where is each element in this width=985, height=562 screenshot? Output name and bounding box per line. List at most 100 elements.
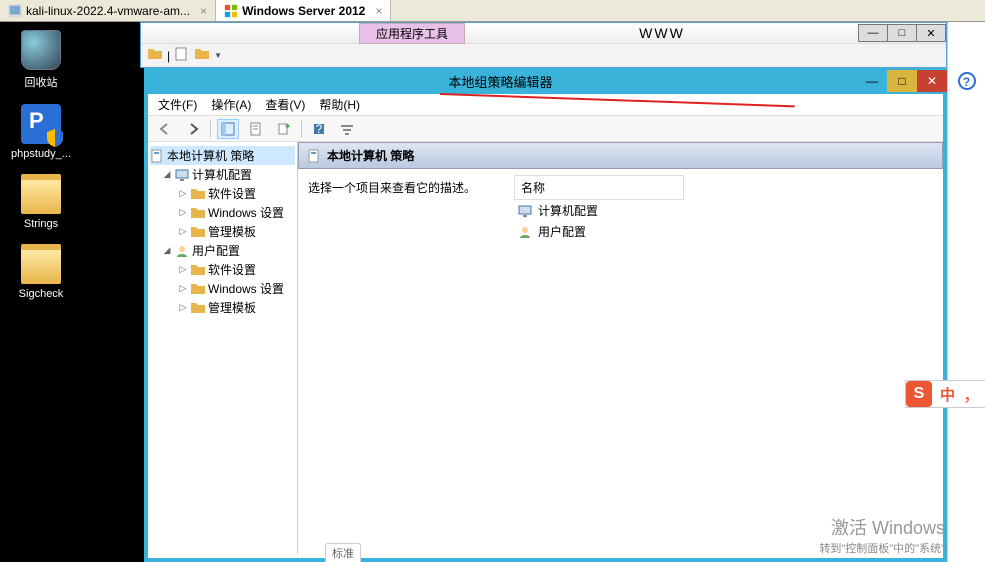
close-button[interactable]: ✕ bbox=[917, 70, 947, 92]
expand-icon[interactable]: ▷ bbox=[178, 302, 188, 313]
collapse-icon[interactable]: ◢ bbox=[162, 169, 172, 180]
strings-label: Strings bbox=[6, 218, 76, 230]
vmware-tab-kali[interactable]: kali-linux-2022.4-vmware-am... × bbox=[0, 0, 216, 21]
close-button[interactable]: ✕ bbox=[916, 24, 946, 42]
close-icon[interactable]: × bbox=[375, 4, 382, 18]
sigcheck-folder-icon[interactable]: Sigcheck bbox=[6, 244, 76, 300]
mmc-body: 本地计算机 策略 ◢ 计算机配置 ▷ 软件设置 ▷ Windows 设置 ▷ 管… bbox=[148, 142, 943, 554]
recycle-glyph bbox=[21, 30, 61, 70]
user-icon bbox=[518, 225, 532, 239]
expand-icon[interactable]: ▷ bbox=[178, 264, 188, 275]
computer-icon bbox=[175, 168, 189, 182]
policy-icon bbox=[150, 149, 164, 163]
menu-file[interactable]: 文件(F) bbox=[158, 96, 197, 113]
menu-view[interactable]: 查看(V) bbox=[265, 96, 305, 113]
sigcheck-label: Sigcheck bbox=[6, 288, 76, 300]
vmware-tab-label: Windows Server 2012 bbox=[242, 4, 365, 18]
close-icon[interactable]: × bbox=[200, 4, 207, 18]
tree-user-software[interactable]: ▷ 软件设置 bbox=[150, 260, 295, 279]
folder-icon bbox=[191, 263, 205, 277]
explorer-titlebar[interactable]: 应用程序工具 WWW — □ ✕ bbox=[141, 23, 946, 43]
expand-icon[interactable]: ▷ bbox=[178, 188, 188, 199]
windows-icon bbox=[224, 4, 238, 18]
ime-comma: ， bbox=[963, 381, 985, 407]
phpstudy-label: phpstudy_... bbox=[6, 148, 76, 160]
list-item-computer-config[interactable]: 计算机配置 bbox=[514, 200, 937, 221]
watermark-line1: 激活 Windows bbox=[819, 514, 945, 540]
tree-label: 软件设置 bbox=[208, 185, 256, 202]
tree-comp-windows[interactable]: ▷ Windows 设置 bbox=[150, 203, 295, 222]
forward-button[interactable] bbox=[182, 119, 204, 139]
column-header-name[interactable]: 名称 bbox=[514, 175, 684, 200]
back-button[interactable] bbox=[154, 119, 176, 139]
collapse-icon[interactable]: ◢ bbox=[162, 245, 172, 256]
new-folder-icon[interactable] bbox=[194, 46, 210, 65]
maximize-button[interactable]: □ bbox=[887, 24, 917, 42]
tree-user-windows[interactable]: ▷ Windows 设置 bbox=[150, 279, 295, 298]
recycle-label: 回收站 bbox=[6, 74, 76, 90]
expand-icon[interactable]: ▷ bbox=[178, 283, 188, 294]
policy-icon bbox=[307, 149, 321, 163]
folder-icon bbox=[191, 225, 205, 239]
tree-comp-admin[interactable]: ▷ 管理模板 bbox=[150, 222, 295, 241]
detail-pane: 本地计算机 策略 选择一个项目来查看它的描述。 名称 计算机配置 用户配置 bbox=[298, 142, 943, 554]
vm-icon bbox=[8, 4, 22, 18]
folder-glyph bbox=[21, 244, 61, 284]
help-button[interactable]: ? bbox=[308, 119, 330, 139]
tree-user-config[interactable]: ◢ 用户配置 bbox=[150, 241, 295, 260]
expand-icon[interactable]: ▷ bbox=[178, 226, 188, 237]
menu-action[interactable]: 操作(A) bbox=[211, 96, 251, 113]
tree-pane[interactable]: 本地计算机 策略 ◢ 计算机配置 ▷ 软件设置 ▷ Windows 设置 ▷ 管… bbox=[148, 142, 298, 554]
menu-help[interactable]: 帮助(H) bbox=[319, 96, 360, 113]
sogou-icon: S bbox=[906, 381, 932, 407]
minimize-button[interactable]: — bbox=[857, 70, 887, 92]
gpedit-titlebar[interactable]: 本地组策略编辑器 — □ ✕ bbox=[144, 68, 947, 94]
help-icon[interactable]: ? bbox=[958, 72, 976, 90]
list-item-user-config[interactable]: 用户配置 bbox=[514, 221, 937, 242]
folder-icon bbox=[191, 187, 205, 201]
filter-button[interactable] bbox=[336, 119, 358, 139]
tree-label: 用户配置 bbox=[192, 242, 240, 259]
contextual-tab[interactable]: 应用程序工具 bbox=[359, 23, 465, 44]
detail-header-text: 本地计算机 策略 bbox=[327, 147, 414, 164]
explorer-qat: | ▼ bbox=[141, 43, 946, 67]
export-button[interactable] bbox=[273, 119, 295, 139]
list-item-label: 用户配置 bbox=[538, 223, 586, 240]
minimize-button[interactable]: — bbox=[858, 24, 888, 42]
ime-indicator[interactable]: S 中 ， bbox=[905, 380, 985, 408]
separator bbox=[301, 120, 302, 138]
vmware-tab-winserver[interactable]: Windows Server 2012 × bbox=[216, 0, 391, 21]
vmware-tab-bar: kali-linux-2022.4-vmware-am... × Windows… bbox=[0, 0, 985, 22]
properties-button[interactable] bbox=[245, 119, 267, 139]
folder-icon bbox=[191, 206, 205, 220]
tree-computer-config[interactable]: ◢ 计算机配置 bbox=[150, 165, 295, 184]
tree-label: 本地计算机 策略 bbox=[167, 147, 254, 164]
description-panel: 选择一个项目来查看它的描述。 bbox=[304, 175, 514, 548]
detail-tab-standard[interactable]: 标准 bbox=[325, 543, 361, 562]
detail-body: 选择一个项目来查看它的描述。 名称 计算机配置 用户配置 bbox=[298, 169, 943, 554]
gpedit-window: 本地组策略编辑器 — □ ✕ 文件(F) 操作(A) 查看(V) 帮助(H) ?… bbox=[144, 68, 947, 562]
list-item-label: 计算机配置 bbox=[538, 202, 598, 219]
maximize-button[interactable]: □ bbox=[887, 70, 917, 92]
dropdown-icon[interactable]: ▼ bbox=[214, 51, 222, 60]
strings-folder-icon[interactable]: Strings bbox=[6, 174, 76, 230]
window-controls: — □ ✕ bbox=[857, 70, 947, 92]
show-hide-tree-button[interactable] bbox=[217, 119, 239, 139]
expand-icon[interactable]: ▷ bbox=[178, 207, 188, 218]
tree-label: 管理模板 bbox=[208, 299, 256, 316]
folder-icon bbox=[191, 282, 205, 296]
list-panel: 名称 计算机配置 用户配置 bbox=[514, 175, 937, 548]
desktop[interactable]: 回收站 phpstudy_... Strings Sigcheck bbox=[0, 22, 140, 562]
tree-comp-software[interactable]: ▷ 软件设置 bbox=[150, 184, 295, 203]
tree-root-local-policy[interactable]: 本地计算机 策略 bbox=[150, 146, 295, 165]
properties-icon[interactable] bbox=[174, 46, 190, 65]
phpstudy-icon[interactable]: phpstudy_... bbox=[6, 104, 76, 160]
tree-user-admin[interactable]: ▷ 管理模板 bbox=[150, 298, 295, 317]
explorer-title: WWW bbox=[465, 25, 859, 41]
recycle-bin-icon[interactable]: 回收站 bbox=[6, 30, 76, 90]
folder-icon bbox=[191, 301, 205, 315]
detail-header: 本地计算机 策略 bbox=[298, 142, 943, 169]
activation-watermark: 激活 Windows 转到"控制面板"中的"系统" bbox=[819, 514, 945, 556]
folder-icon[interactable] bbox=[147, 46, 163, 65]
user-icon bbox=[175, 244, 189, 258]
